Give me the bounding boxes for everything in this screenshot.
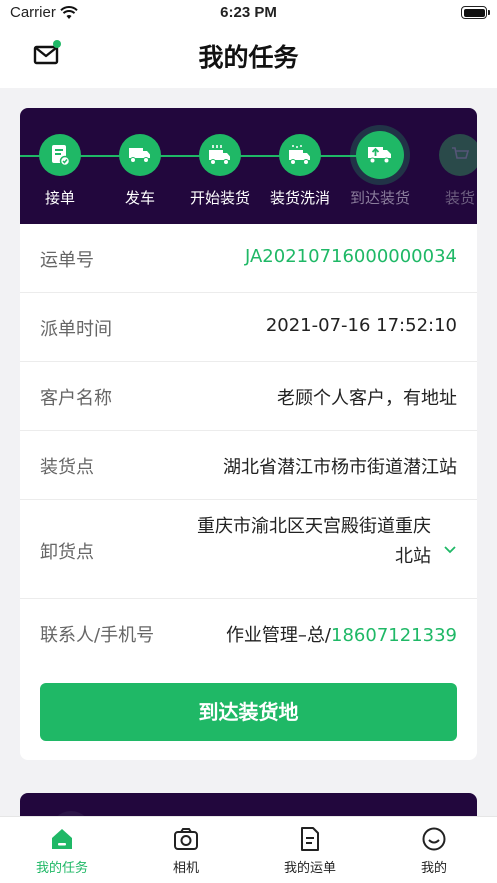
arrive-loading-button[interactable]: 到达装货地	[40, 683, 457, 741]
home-icon	[52, 829, 72, 849]
loading-truck-icon	[209, 145, 230, 165]
step-label: 装货	[444, 189, 475, 207]
step-depart: 发车	[100, 134, 180, 208]
step-loading: 装货	[420, 134, 477, 208]
step-arrive-loading: 到达装货	[340, 131, 420, 208]
disinfect-truck-icon	[289, 145, 310, 165]
row-customer-name: 客户名称 老顾个人客户，有地址	[20, 362, 477, 431]
tab-my-waybills[interactable]: 我的运单	[248, 825, 372, 876]
contact-phone-link[interactable]: 18607121339	[331, 625, 457, 646]
field-label: 运单号	[40, 250, 94, 271]
step-start-loading: 开始装货	[180, 134, 260, 208]
field-label: 卸货点	[40, 542, 94, 563]
tab-my-tasks[interactable]: 我的任务	[0, 825, 124, 876]
unloading-point-value: 重庆市渝北区天宫殿街道重庆北站	[197, 516, 431, 567]
field-label: 派单时间	[40, 319, 112, 340]
row-waybill-number: 运单号 JA20210716000000034	[20, 224, 477, 293]
cart-icon	[452, 147, 470, 159]
step-label: 装货洗消	[269, 189, 330, 207]
field-label: 客户名称	[40, 388, 112, 409]
battery-icon	[461, 6, 490, 19]
arrive-truck-icon	[368, 147, 391, 164]
progress-steps: 接单 发车 开始装货 装货洗消 到达装货 装货	[20, 108, 477, 224]
profile-icon	[422, 827, 446, 851]
truck-icon	[129, 148, 150, 163]
chevron-down-icon[interactable]	[443, 540, 457, 559]
page-title: 我的任务	[198, 43, 299, 72]
tab-bar: 我的任务 相机 我的运单 我的	[0, 816, 497, 883]
tab-camera[interactable]: 相机	[124, 825, 248, 876]
field-label: 联系人/手机号	[40, 625, 155, 646]
task-card: 接单 发车 开始装货 装货洗消 到达装货 装货 运单号 JA2021071600…	[20, 108, 477, 760]
tab-profile[interactable]: 我的	[372, 825, 496, 876]
step-loading-disinfection: 装货洗消	[260, 134, 340, 208]
order-icon	[52, 145, 70, 166]
clock-time: 6:23 PM	[220, 4, 277, 21]
row-unloading-point[interactable]: 卸货点 重庆市渝北区天宫殿街道重庆北站	[20, 500, 477, 599]
contact-value: 作业管理–总/18607121339	[226, 621, 457, 647]
tab-label: 我的	[420, 861, 447, 876]
status-bar: Carrier 6:23 PM	[0, 0, 497, 26]
document-icon	[301, 827, 319, 851]
tab-label: 我的运单	[283, 861, 336, 876]
waybill-number[interactable]: JA20210716000000034	[245, 246, 457, 267]
waybill-details: 运单号 JA20210716000000034 派单时间 2021-07-16 …	[20, 224, 477, 668]
loading-point-value: 湖北省潜江市杨市街道潜江站	[223, 457, 457, 478]
tab-label: 相机	[172, 861, 199, 876]
row-contact: 联系人/手机号 作业管理–总/18607121339	[20, 599, 477, 668]
row-dispatch-time: 派单时间 2021-07-16 17:52:10	[20, 293, 477, 362]
dispatch-time-value: 2021-07-16 17:52:10	[265, 315, 457, 336]
step-label: 开始装货	[189, 189, 250, 207]
row-loading-point: 装货点 湖北省潜江市杨市街道潜江站	[20, 431, 477, 500]
step-label: 发车	[124, 189, 155, 207]
customer-name-value: 老顾个人客户，有地址	[277, 388, 457, 409]
field-label: 装货点	[40, 457, 94, 478]
step-label: 到达装货	[349, 189, 410, 207]
step-label: 接单	[44, 189, 75, 207]
contact-name: 作业管理–总/	[225, 625, 332, 646]
tab-label: 我的任务	[35, 861, 88, 876]
camera-icon	[174, 828, 198, 850]
nav-bar: 我的任务	[0, 26, 497, 88]
step-accept-order: 接单	[20, 134, 100, 208]
